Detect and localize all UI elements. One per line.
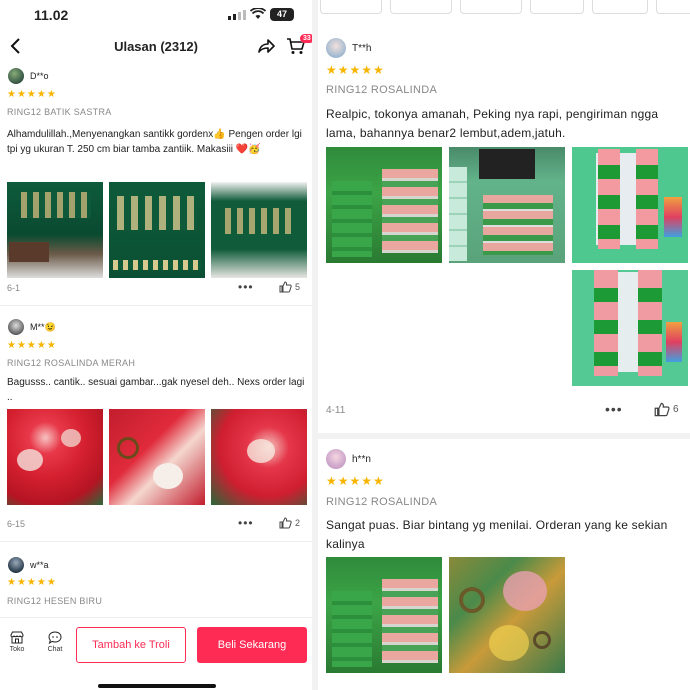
divider <box>318 433 690 439</box>
review-photo[interactable] <box>449 147 565 263</box>
review-date: 6-1 <box>7 283 21 293</box>
variant-label: RING12 ROSALINDA <box>326 84 438 96</box>
store-button[interactable]: Toko <box>3 631 31 653</box>
review-text: Bagusss.. cantik.. sesuai gambar...gak n… <box>7 377 305 403</box>
thumbs-up-icon <box>654 402 670 417</box>
chat-label: Chat <box>47 646 63 653</box>
avatar <box>326 449 346 469</box>
review-photo[interactable] <box>211 409 307 505</box>
more-options-icon[interactable]: ••• <box>605 401 623 417</box>
more-options-icon[interactable]: ••• <box>238 516 254 530</box>
review-date: 4-11 <box>326 405 346 416</box>
reviewer: D**o <box>8 68 49 84</box>
add-to-cart-button[interactable]: Tambah ke Troli <box>76 627 186 663</box>
reviewer: w**a <box>8 557 49 573</box>
filter-chip[interactable] <box>592 0 648 14</box>
status-bar: 11.02 47 <box>0 0 312 30</box>
filter-chips <box>318 0 690 16</box>
variant-label: RING12 ROSALINDA <box>326 496 438 508</box>
reviewer-name: w**a <box>30 560 49 570</box>
like-button[interactable]: 2 <box>279 517 300 529</box>
chat-button[interactable]: Chat <box>41 631 69 653</box>
like-button[interactable]: 6 <box>654 402 679 417</box>
reviewer: M**😉 <box>8 319 56 335</box>
reviewer-name: h**n <box>352 453 371 465</box>
star-rating: ★★★★★ <box>326 474 385 488</box>
review-text: Alhamdulillah.,Menyenangkan santikk gord… <box>7 129 302 155</box>
variant-label: RING12 ROSALINDA MERAH <box>7 358 136 368</box>
filter-chip[interactable] <box>530 0 584 14</box>
review-photo[interactable] <box>326 147 442 263</box>
review-photos <box>326 557 565 673</box>
reviewer: T**h <box>326 38 371 58</box>
star-rating: ★★★★★ <box>326 63 385 77</box>
cart-count-badge: 33 <box>300 34 312 43</box>
store-label: Toko <box>9 646 25 653</box>
star-rating: ★★★★★ <box>7 340 57 351</box>
review-text: Realpic, tokonya amanah, Peking nya rapi… <box>326 107 659 140</box>
right-screen: T**h ★★★★★ RING12 ROSALINDA Realpic, tok… <box>318 0 690 690</box>
review-photo[interactable] <box>109 409 205 505</box>
review-photos[interactable] <box>7 409 307 505</box>
avatar <box>326 38 346 58</box>
avatar <box>8 319 24 335</box>
filter-chip[interactable] <box>320 0 382 14</box>
store-icon <box>10 631 24 644</box>
avatar <box>8 68 24 84</box>
review-photos <box>7 182 307 278</box>
reviewer-name: D**o <box>30 71 49 81</box>
review-photo[interactable] <box>109 182 205 278</box>
home-indicator[interactable] <box>98 684 216 688</box>
signal-icon <box>228 10 246 20</box>
review-photo[interactable] <box>7 182 103 278</box>
bottom-action-bar: Toko Chat Tambah ke Troli Beli Sekarang <box>0 617 312 690</box>
divider <box>0 541 312 542</box>
wifi-icon <box>250 8 266 19</box>
avatar <box>8 557 24 573</box>
share-icon[interactable] <box>256 36 276 56</box>
like-count: 5 <box>295 282 301 292</box>
like-button[interactable]: 5 <box>279 281 300 293</box>
more-options-icon[interactable]: ••• <box>238 280 254 294</box>
variant-label: RING12 BATIK SASTRA <box>7 107 112 117</box>
filter-chip[interactable] <box>390 0 452 14</box>
review-photo[interactable] <box>211 182 307 278</box>
review-text: Sangat puas. Biar bintang yg menilai. Or… <box>326 518 668 551</box>
filter-chip[interactable] <box>460 0 522 14</box>
review-photos <box>572 270 688 386</box>
left-screen: 11.02 47 Ulasan (2312) 33 D**o ★★★★★ RIN… <box>0 0 312 690</box>
star-rating: ★★★★★ <box>7 89 57 100</box>
thumbs-up-icon <box>279 281 292 293</box>
like-count: 6 <box>673 404 679 415</box>
review-photo[interactable] <box>572 147 688 263</box>
review-photo[interactable] <box>326 557 442 673</box>
status-time: 11.02 <box>34 7 69 23</box>
review-photo[interactable] <box>449 557 565 673</box>
review-photo[interactable] <box>7 409 103 505</box>
star-rating: ★★★★★ <box>7 577 57 588</box>
reviewer: h**n <box>326 449 371 469</box>
buy-now-button[interactable]: Beli Sekarang <box>197 627 307 663</box>
chat-icon <box>48 631 62 644</box>
reviewer-name: M**😉 <box>30 321 56 332</box>
variant-label: RING12 HESEN BIRU <box>7 596 103 606</box>
thumbs-up-icon <box>279 517 292 529</box>
back-arrow-icon[interactable] <box>6 36 26 56</box>
battery-icon: 47 <box>270 8 294 21</box>
like-count: 2 <box>295 518 301 528</box>
review-date: 6-15 <box>7 519 26 529</box>
review-photo[interactable] <box>572 270 688 386</box>
filter-chip[interactable] <box>656 0 690 14</box>
reviewer-name: T**h <box>352 42 372 54</box>
review-photos <box>326 147 688 263</box>
top-nav: Ulasan (2312) 33 <box>0 30 312 64</box>
divider <box>0 305 312 306</box>
